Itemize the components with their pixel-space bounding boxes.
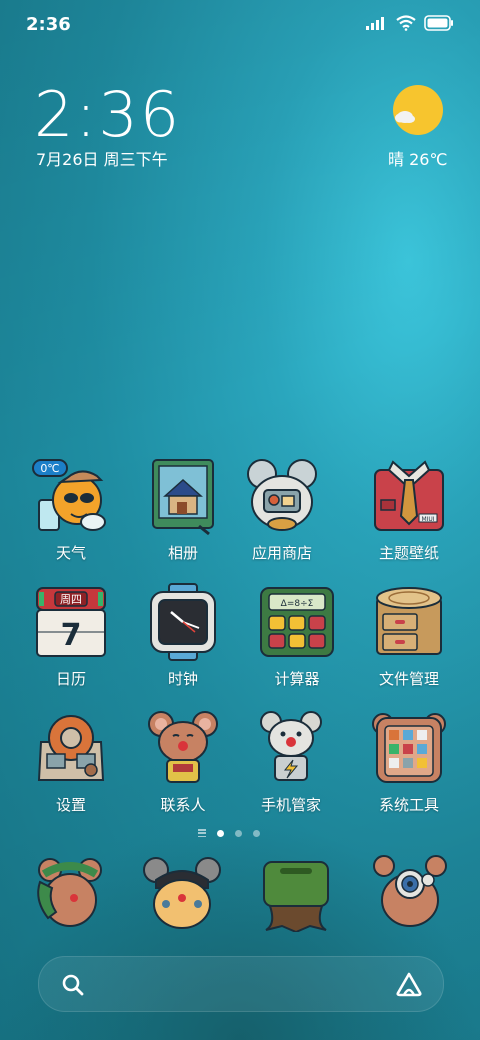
calculator-display-text: Δ=8÷Σ [281,599,314,609]
page-indicator[interactable] [198,829,260,837]
themes-tag-text: MIUI [421,516,434,523]
calendar-app-icon: 周四 7 [36,587,106,657]
phone-mouse-icon[interactable] [30,852,110,932]
app-label: 主题壁纸 [378,544,439,562]
app-label: 相册 [167,544,198,562]
assistant-icon[interactable] [395,971,423,997]
app-security[interactable]: 手机管家 [236,708,346,815]
app-label: 日历 [55,670,86,688]
status-icons [366,15,454,31]
page-dot [253,829,260,837]
app-clock[interactable]: 时钟 [128,582,238,689]
app-calculator[interactable]: Δ=8÷Σ 计算器 [242,582,352,689]
battery-icon [424,15,453,31]
camera-mouse-icon[interactable] [370,852,450,932]
app-calendar[interactable]: 周四 7 日历 [16,582,126,689]
browser-stump-icon[interactable] [256,852,336,932]
clock-app-icon [150,583,216,661]
settings-app-icon [37,715,105,781]
file-manager-app-icon [376,587,442,655]
contacts-app-icon [148,711,218,783]
app-system-tools[interactable]: 系统工具 [354,708,464,815]
app-gallery[interactable]: 相册 [128,456,238,563]
weather-badge-text: 0℃ [40,462,59,475]
app-themes[interactable]: MIUI 主题壁纸 [354,456,464,563]
menu-lines-icon [198,829,206,837]
clock-widget-time[interactable]: 2:36 [34,78,181,151]
search-bar[interactable] [38,956,444,1012]
gallery-app-icon [152,459,214,536]
app-label: 联系人 [160,796,206,814]
app-store[interactable]: 应用商店 [227,456,337,563]
app-label: 设置 [55,796,86,814]
signal-icon [366,17,384,30]
app-label: 天气 [55,544,86,562]
app-weather[interactable]: 0℃ 天气 [16,456,126,563]
app-file-manager[interactable]: 文件管理 [354,582,464,689]
page-dot-active [217,829,224,837]
weather-app-icon: 0℃ [32,459,106,531]
status-time: 2:36 [26,14,71,35]
dock [0,852,480,932]
sunny-cloud-icon[interactable] [392,84,444,136]
search-icon[interactable] [61,973,85,997]
app-label: 手机管家 [260,796,321,814]
calendar-day-text: 7 [61,618,82,653]
app-label: 计算器 [274,670,320,688]
status-bar: 2:36 [0,0,480,50]
app-settings[interactable]: 设置 [16,708,126,815]
messages-mouse-icon[interactable] [142,852,222,932]
wifi-icon [396,15,416,31]
app-store-icon [247,459,317,531]
calculator-app-icon: Δ=8÷Σ [260,587,334,657]
calendar-header-text: 周四 [60,593,82,606]
weather-text[interactable]: 晴 26℃ [388,146,447,170]
app-label: 系统工具 [378,796,439,814]
app-label: 时钟 [167,670,198,688]
system-tools-app-icon [372,713,446,783]
page-dot [235,829,242,837]
clock-widget-date[interactable]: 7月26日 周三下午 [36,146,168,170]
app-contacts[interactable]: 联系人 [128,708,238,815]
app-label: 文件管理 [378,670,439,688]
app-label: 应用商店 [251,544,312,562]
security-app-icon [260,711,322,781]
themes-app-icon: MIUI [374,460,444,531]
